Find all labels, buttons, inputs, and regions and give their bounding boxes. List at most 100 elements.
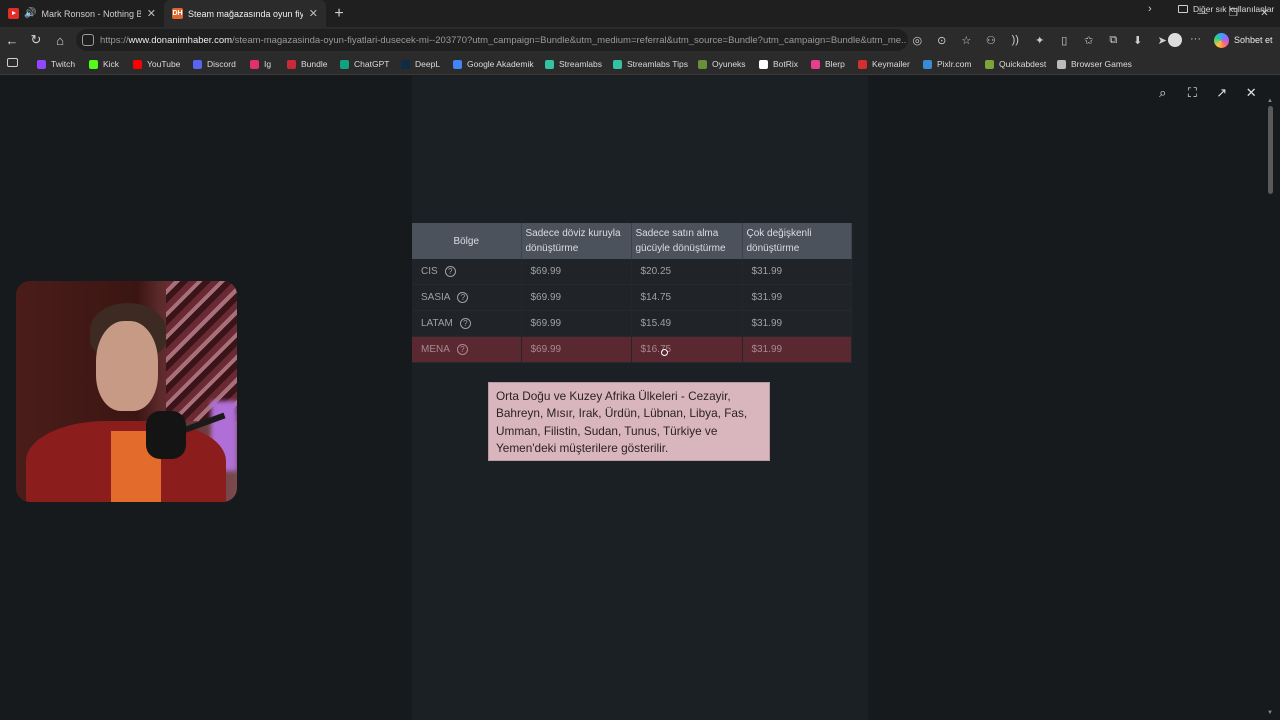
- more-menu-icon[interactable]: ···: [1190, 33, 1201, 45]
- downloads-icon[interactable]: ⬇: [1126, 34, 1151, 47]
- speaker-icon[interactable]: 🔊: [24, 8, 36, 19]
- bookmark-favicon-icon: [133, 59, 142, 69]
- bookmark-discord[interactable]: Discord: [193, 57, 236, 71]
- read-aloud-icon[interactable]: )): [1003, 34, 1028, 46]
- region-label: LATAM: [421, 317, 453, 329]
- copilot-button[interactable]: Sohbet et: [1214, 30, 1273, 50]
- bookmark-keymailer[interactable]: Keymailer: [858, 57, 910, 71]
- bookmark-bundle[interactable]: Bundle: [287, 57, 327, 71]
- price-fx: $69.99: [521, 259, 632, 285]
- site-info-icon[interactable]: [82, 34, 94, 46]
- close-viewer-icon[interactable]: ✕: [1237, 82, 1267, 104]
- price-ppp: $16.75: [631, 336, 743, 362]
- bookmark-deepl[interactable]: DeepL: [401, 57, 440, 71]
- close-tab-icon[interactable]: ✕: [309, 7, 318, 20]
- fullscreen-icon[interactable]: ⛶: [1178, 82, 1208, 104]
- table-row: SASIA? $69.99 $14.75 $31.99: [412, 284, 852, 311]
- scroll-down-icon[interactable]: ▼: [1267, 710, 1273, 716]
- bookmark-ig[interactable]: Ig: [250, 57, 271, 71]
- price-ppp: $20.25: [631, 259, 743, 285]
- bookmark-twitch[interactable]: Twitch: [37, 57, 75, 71]
- bookmarks-bar: Twitch Kick YouTube Discord Ig Bundle ChatGPT D…: [0, 53, 1280, 75]
- other-bookmarks-label: Diğer sık kullanılanlar: [1193, 4, 1275, 14]
- tab-title: Mark Ronson - Nothing Breaks: [41, 8, 141, 19]
- bookmark-label: Quickabdest: [999, 59, 1047, 69]
- bookmark-favicon-icon: [545, 59, 554, 69]
- tab-youtube[interactable]: 🔊 Mark Ronson - Nothing Breaks ✕: [0, 0, 164, 27]
- extensions-icon[interactable]: ✦: [1028, 34, 1053, 47]
- share-arrow-icon[interactable]: ↗: [1207, 82, 1237, 104]
- profile-avatar[interactable]: [1168, 33, 1182, 47]
- games-icon[interactable]: ⚇: [979, 34, 1004, 47]
- bookmark-youtube[interactable]: YouTube: [133, 57, 180, 71]
- url-text: https://www.donanimhaber.com/steam-magaz…: [100, 34, 906, 46]
- tapestry: [166, 281, 237, 421]
- close-tab-icon[interactable]: ✕: [147, 7, 156, 20]
- bookmark-label: Discord: [207, 59, 236, 69]
- bookmark-google-akademik[interactable]: Google Akademik: [453, 57, 534, 71]
- address-bar[interactable]: https://www.donanimhaber.com/steam-magaz…: [76, 29, 908, 51]
- tracking-icon[interactable]: ◎: [905, 34, 930, 47]
- region-label: MENA: [421, 343, 450, 355]
- scroll-up-icon[interactable]: ▲: [1267, 98, 1273, 104]
- price-table: Bölge Sadece döviz kuruyla dönüştürme Sa…: [412, 223, 852, 363]
- bookmark-botrix[interactable]: BotRix: [759, 57, 798, 71]
- bookmark-kick[interactable]: Kick: [89, 57, 119, 71]
- bookmark-blerp[interactable]: Blerp: [811, 57, 845, 71]
- streamer-face: [96, 321, 158, 411]
- bookmark-oyuneks[interactable]: Oyuneks: [698, 57, 746, 71]
- webcam-overlay: [16, 281, 237, 502]
- more-bookmarks-icon[interactable]: ›: [1148, 3, 1152, 15]
- bookmark-label: Oyuneks: [712, 59, 746, 69]
- bookmark-label: Pixlr.com: [937, 59, 972, 69]
- split-screen-icon[interactable]: ▯: [1052, 34, 1077, 47]
- table-row: CIS? $69.99 $20.25 $31.99: [412, 259, 852, 285]
- help-icon[interactable]: ?: [457, 292, 469, 304]
- price-fx: $69.99: [521, 336, 632, 362]
- bookmark-label: Keymailer: [872, 59, 910, 69]
- help-icon[interactable]: ?: [444, 266, 456, 278]
- price-ppp: $15.49: [631, 310, 743, 337]
- bookmark-label: Streamlabs: [559, 59, 602, 69]
- address-toolbar: ← ↻ ⌂ https://www.donanimhaber.com/steam…: [0, 27, 1280, 53]
- bookmark-favicon-icon: [613, 59, 622, 69]
- tab-donanimhaber[interactable]: DH Steam mağazasında oyun fiyatları ✕: [164, 0, 326, 27]
- bookmark-label: ChatGPT: [354, 59, 390, 69]
- bookmark-label: Blerp: [825, 59, 845, 69]
- region-label: CIS: [421, 266, 438, 278]
- table-row-highlighted[interactable]: MENA? $69.99 $16.75 $31.99: [412, 336, 852, 362]
- bookmark-favicon-icon: [985, 59, 994, 69]
- favorite-star-icon[interactable]: ☆: [954, 34, 979, 47]
- bookmark-chatgpt[interactable]: ChatGPT: [340, 57, 389, 71]
- youtube-icon: [8, 8, 19, 19]
- collections-icon[interactable]: ⧉: [1101, 34, 1126, 47]
- reading-list-icon[interactable]: [7, 58, 18, 67]
- other-bookmarks-folder[interactable]: Diğer sık kullanılanlar: [1178, 4, 1274, 14]
- header-multi: Çok değişkenli dönüştürme: [742, 223, 852, 259]
- region-tooltip: Orta Doğu ve Kuzey Afrika Ülkeleri - Cez…: [488, 382, 770, 461]
- back-button[interactable]: ←: [0, 28, 24, 52]
- bookmark-streamlabs-tips[interactable]: Streamlabs Tips: [613, 57, 688, 71]
- bookmark-pixlr-com[interactable]: Pixlr.com: [923, 57, 971, 71]
- help-icon[interactable]: ?: [456, 343, 468, 355]
- bookmark-label: Bundle: [301, 59, 328, 69]
- bookmark-label: DeepL: [415, 59, 441, 69]
- bookmark-browser-games[interactable]: Browser Games: [1057, 57, 1132, 71]
- home-button[interactable]: ⌂: [48, 28, 72, 52]
- bookmark-quickabdest[interactable]: Quickabdest: [985, 57, 1046, 71]
- bookmark-label: Ig: [264, 59, 272, 69]
- header-region: Bölge: [412, 223, 522, 259]
- price-fx: $69.99: [521, 310, 632, 337]
- help-icon[interactable]: ?: [459, 317, 471, 329]
- bookmark-streamlabs[interactable]: Streamlabs: [545, 57, 602, 71]
- bookmark-favicon-icon: [89, 59, 98, 69]
- bookmark-label: Kick: [103, 59, 120, 69]
- favorites-icon[interactable]: ✩: [1077, 34, 1102, 47]
- bookmark-label: Browser Games: [1071, 59, 1132, 69]
- refresh-button[interactable]: ↻: [24, 28, 48, 52]
- scrollbar-thumb[interactable]: [1268, 106, 1273, 194]
- reader-icon[interactable]: ⊙: [930, 34, 955, 47]
- new-tab-button[interactable]: +: [326, 5, 352, 23]
- zoom-icon[interactable]: ⌕: [1148, 82, 1178, 104]
- header-fx: Sadece döviz kuruyla dönüştürme: [521, 223, 632, 259]
